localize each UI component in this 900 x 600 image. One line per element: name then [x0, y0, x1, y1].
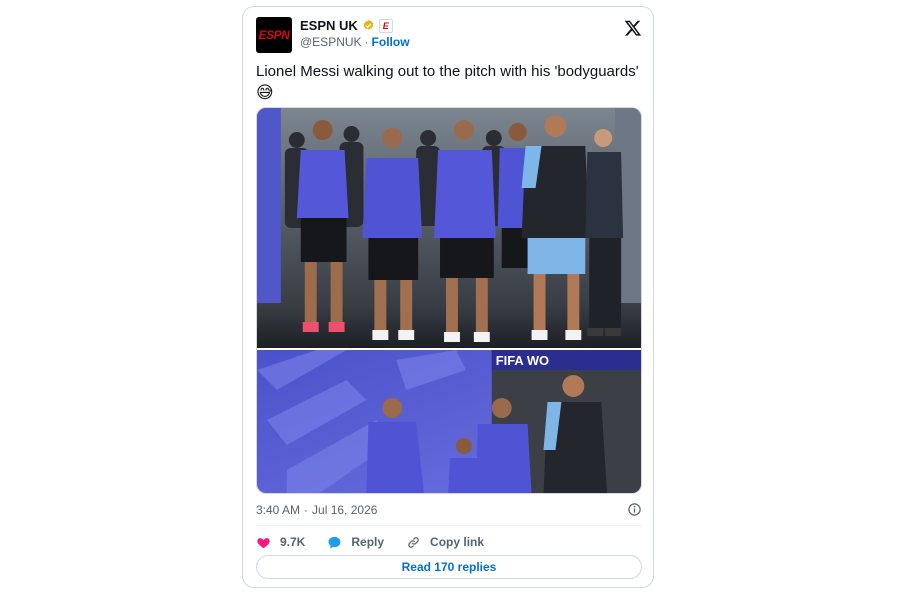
heart-icon [257, 537, 270, 548]
affiliate-badge: E [378, 18, 393, 33]
tweet-text: Lionel Messi walking out to the pitch wi… [256, 61, 646, 105]
reply-label: Reply [351, 535, 385, 549]
read-replies-button[interactable]: Read 170 replies [256, 555, 642, 579]
author-name-row: ESPN UK E [300, 18, 393, 33]
speech-bubble-icon [328, 536, 341, 548]
tweet-date: Jul 16, 2026 [312, 503, 378, 517]
tweet-time: 3:40 AM [256, 503, 301, 517]
action-bar: 9.7K Reply Copy link [256, 531, 642, 553]
tweet-card: ESPN ESPN UK E @ESPNUK · Follow Lionel M… [242, 6, 654, 588]
divider [256, 525, 642, 526]
link-icon [408, 536, 419, 548]
tweet-body: Lionel Messi walking out to the pitch wi… [256, 63, 639, 80]
copy-link-label: Copy link [430, 535, 485, 549]
tweet-header: ESPN ESPN UK E @ESPNUK · Follow [256, 17, 642, 57]
follow-button[interactable]: Follow [372, 35, 410, 49]
like-button[interactable]: 9.7K [256, 535, 305, 550]
photo-players-walking-fifa-tunnel[interactable]: FIFA WO [257, 350, 641, 494]
reply-button[interactable]: Reply [327, 535, 384, 550]
timestamp-row[interactable]: 3:40 AM · Jul 16, 2026 [256, 501, 642, 519]
author-handle[interactable]: @ESPNUK [300, 35, 362, 49]
photo-signage-text: FIFA WO [496, 353, 549, 368]
avatar[interactable]: ESPN [256, 17, 292, 53]
copy-link-button[interactable]: Copy link [406, 535, 484, 550]
author-display-name[interactable]: ESPN UK [300, 18, 358, 33]
photo-players-tunnel-lineup[interactable] [257, 108, 641, 348]
affiliate-badge-text: E [382, 20, 389, 31]
tweet-media[interactable]: FIFA WO [256, 107, 642, 494]
time-separator: · [304, 503, 309, 517]
verified-badge-icon [363, 19, 374, 30]
avatar-logo-text: ESPN [258, 28, 290, 42]
read-replies-label: Read 170 replies [401, 560, 497, 574]
like-count: 9.7K [280, 535, 306, 549]
sweat-smile-emoji: 😅 [256, 83, 274, 102]
author-handle-row: @ESPNUK · Follow [300, 35, 410, 49]
x-logo-icon[interactable] [624, 19, 642, 37]
handle-separator: · [364, 35, 369, 49]
info-icon[interactable] [627, 502, 642, 517]
